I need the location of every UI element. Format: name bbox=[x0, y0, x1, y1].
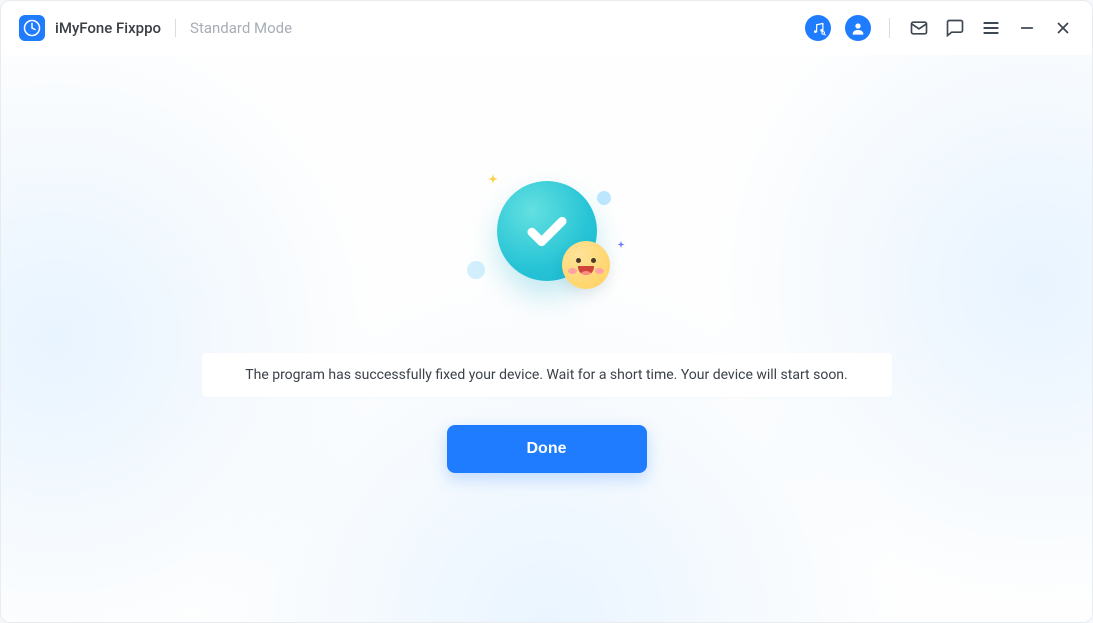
account-icon[interactable] bbox=[845, 15, 871, 41]
done-button[interactable]: Done bbox=[447, 425, 647, 473]
title-divider bbox=[175, 19, 176, 37]
success-illustration bbox=[447, 173, 647, 323]
app-name: iMyFone Fixppo bbox=[55, 19, 161, 37]
minimize-button[interactable] bbox=[1016, 17, 1038, 39]
app-window: iMyFone Fixppo Standard Mode bbox=[0, 0, 1093, 623]
sparkle-icon bbox=[615, 237, 627, 256]
titlebar-icons bbox=[805, 15, 1074, 41]
decorative-bubble-icon bbox=[597, 191, 611, 205]
content-area: The program has successfully fixed your … bbox=[1, 55, 1092, 622]
titlebar: iMyFone Fixppo Standard Mode bbox=[1, 1, 1092, 55]
app-logo bbox=[19, 15, 45, 41]
menu-icon[interactable] bbox=[980, 17, 1002, 39]
decorative-bubble-icon bbox=[467, 261, 485, 279]
icon-divider bbox=[889, 18, 890, 38]
feedback-icon[interactable] bbox=[944, 17, 966, 39]
smiley-icon bbox=[562, 241, 610, 289]
close-button[interactable] bbox=[1052, 17, 1074, 39]
sparkle-icon bbox=[485, 173, 501, 193]
status-message: The program has successfully fixed your … bbox=[202, 353, 892, 397]
mail-icon[interactable] bbox=[908, 17, 930, 39]
mode-label: Standard Mode bbox=[190, 19, 292, 37]
music-search-icon[interactable] bbox=[805, 15, 831, 41]
